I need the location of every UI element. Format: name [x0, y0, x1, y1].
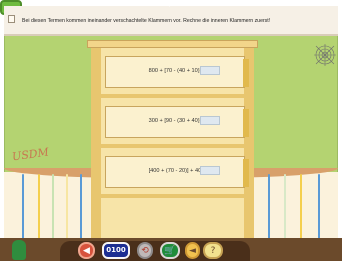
checkmark-glyph: ✔ — [167, 0, 175, 10]
checkmark-icon[interactable]: ✔ — [0, 0, 175, 15]
task-screen: Bei diesen Termen kommen ineinander vers… — [0, 0, 342, 261]
